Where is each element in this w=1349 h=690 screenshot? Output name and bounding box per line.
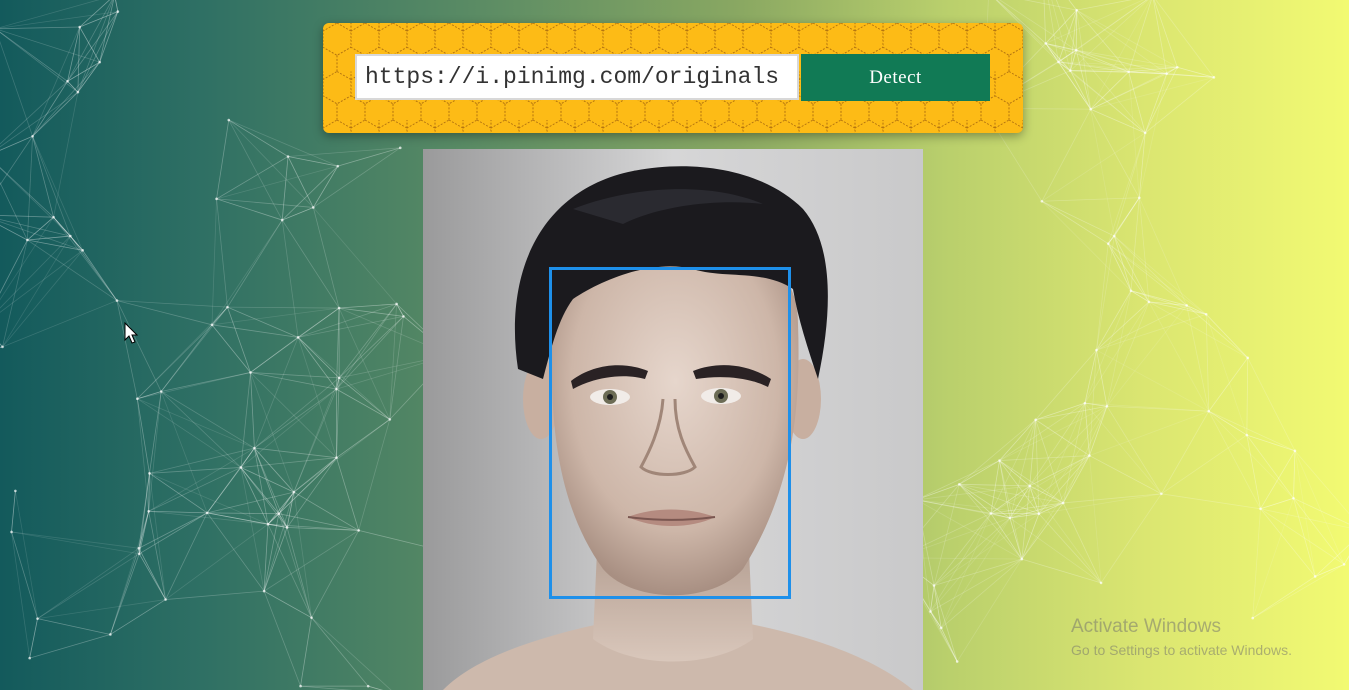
face-bounding-box	[549, 267, 791, 599]
detected-photo	[423, 149, 923, 690]
watermark-subtitle: Go to Settings to activate Windows.	[1071, 642, 1292, 658]
watermark-title: Activate Windows	[1071, 616, 1221, 637]
mouse-pointer-icon	[124, 322, 139, 344]
url-form-panel: Detect	[323, 23, 1023, 133]
image-url-input[interactable]	[355, 54, 799, 100]
windows-activation-watermark: Activate Windows Go to Settings to activ…	[1071, 616, 1292, 658]
detect-button[interactable]: Detect	[801, 54, 990, 101]
